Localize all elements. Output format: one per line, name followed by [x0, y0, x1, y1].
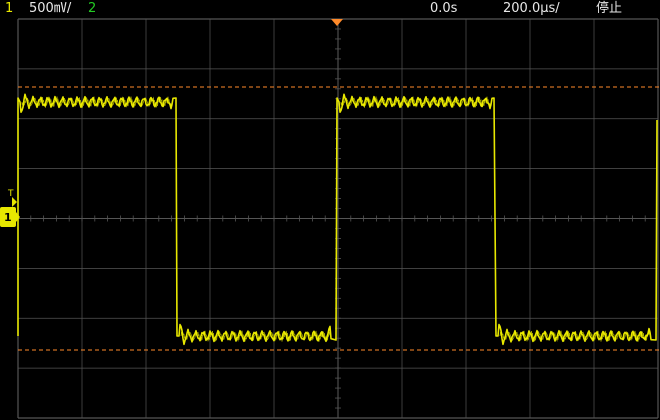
trigger-position-marker[interactable]: [331, 19, 343, 26]
channel1-ground-marker[interactable]: 1: [0, 207, 20, 227]
waveform-screen: T 1: [0, 18, 660, 419]
oscilloscope-display: 1 500㎷/ 2 0.0s 200.0μs/ 停止 T 1: [0, 0, 660, 420]
trigger-level-arrow-icon: [12, 197, 17, 207]
trigger-level-marker[interactable]: T: [7, 189, 17, 207]
trigger-level-label: T: [7, 189, 14, 199]
graticule-axes: [17, 18, 658, 418]
ground-marker-label: 1: [4, 211, 12, 224]
